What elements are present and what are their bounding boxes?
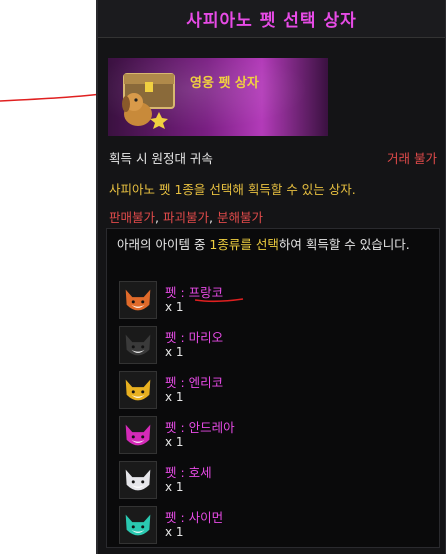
pet-option[interactable]: 펫 : 프랑코 x 1 bbox=[119, 280, 419, 322]
acquire-text: 획득 시 원정대 귀속 bbox=[109, 151, 213, 166]
item-tooltip: 사피아노 펫 선택 상자 영웅 펫 상자 획득 시 원정대 귀속 거래 불가 사… bbox=[96, 0, 446, 554]
pet-option[interactable]: 펫 : 엔리코 x 1 bbox=[119, 370, 419, 412]
annotation-underline bbox=[195, 298, 244, 303]
restrictions: 판매불가, 파괴불가, 분해불가 bbox=[109, 210, 263, 225]
pet-option[interactable]: 펫 : 사이먼 x 1 bbox=[119, 505, 419, 547]
fox-pet-icon bbox=[119, 461, 157, 499]
fox-pet-icon bbox=[119, 506, 157, 544]
bind-info: 획득 시 원정대 귀속 거래 불가 bbox=[109, 148, 437, 167]
trade-status: 거래 불가 bbox=[387, 151, 437, 166]
pet-name: 펫 : 마리오 bbox=[165, 330, 224, 345]
restriction-destroy: 파괴불가 bbox=[162, 210, 209, 225]
item-name: 영웅 펫 상자 bbox=[190, 76, 259, 91]
pet-option[interactable]: 펫 : 호세 x 1 bbox=[119, 460, 419, 502]
pet-name: 펫 : 엔리코 bbox=[165, 375, 224, 390]
pet-name: 펫 : 호세 bbox=[165, 465, 212, 480]
pet-name: 펫 : 안드레아 bbox=[165, 420, 235, 435]
pet-quantity: x 1 bbox=[165, 480, 184, 494]
pet-quantity: x 1 bbox=[165, 345, 184, 359]
fox-pet-icon bbox=[119, 326, 157, 364]
tooltip-title: 사피아노 펫 선택 상자 bbox=[186, 11, 357, 31]
pet-quantity: x 1 bbox=[165, 390, 184, 404]
selection-box: 아래의 아이템 중 1종류를 선택하여 획득할 수 있습니다. 펫 : 프랑코 … bbox=[106, 228, 440, 548]
pet-option[interactable]: 펫 : 안드레아 x 1 bbox=[119, 415, 419, 457]
pet-quantity: x 1 bbox=[165, 300, 184, 314]
selection-instruction: 아래의 아이템 중 1종류를 선택하여 획득할 수 있습니다. bbox=[117, 237, 410, 252]
fox-pet-icon bbox=[119, 416, 157, 454]
pet-option[interactable]: 펫 : 마리오 x 1 bbox=[119, 325, 419, 367]
selection-highlight: 1종류를 선택 bbox=[209, 237, 279, 252]
item-banner: 영웅 펫 상자 bbox=[108, 58, 328, 136]
pet-chest-icon bbox=[122, 73, 175, 129]
restriction-sell: 판매불가 bbox=[109, 210, 156, 225]
restriction-dismantle: 분해불가 bbox=[216, 210, 263, 225]
fox-pet-icon bbox=[119, 281, 157, 319]
tooltip-header: 사피아노 펫 선택 상자 bbox=[98, 0, 445, 38]
pet-quantity: x 1 bbox=[165, 435, 184, 449]
pet-name: 펫 : 사이먼 bbox=[165, 510, 224, 525]
fox-pet-icon bbox=[119, 371, 157, 409]
item-description: 사피아노 펫 1종을 선택해 획득할 수 있는 상자. bbox=[109, 182, 356, 197]
pet-quantity: x 1 bbox=[165, 525, 184, 539]
